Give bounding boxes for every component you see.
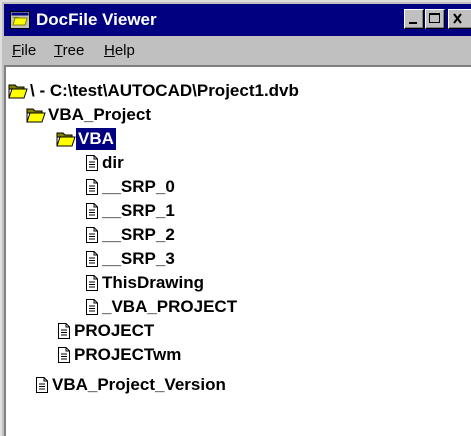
tree-node-label: PROJECT <box>74 321 155 340</box>
tree-node-label: __SRP_0 <box>102 177 175 196</box>
window-title: DocFile Viewer <box>36 10 157 29</box>
menu-file[interactable]: File <box>12 42 36 60</box>
menu-tree[interactable]: Tree <box>54 42 84 60</box>
tree-node-label: VBA_Project <box>48 105 151 124</box>
tree-node-root[interactable]: \ - C:\test\AUTOCAD\Project1.dvb <box>8 79 301 103</box>
open-folder-icon <box>8 83 28 99</box>
tree-node-label: ThisDrawing <box>102 273 205 292</box>
tree-node-vba-project[interactable]: VBA_Project <box>26 103 153 127</box>
document-icon <box>84 178 100 196</box>
tree-node-label: VBA_Project_Version <box>52 375 226 394</box>
tree-node-label: dir <box>102 153 124 172</box>
maximize-icon <box>429 13 440 23</box>
tree-node-srp-2[interactable]: __SRP_2 <box>84 223 177 247</box>
tree-node-label: __SRP_3 <box>102 249 175 268</box>
document-icon <box>84 154 100 172</box>
tree-node-thisdrawing[interactable]: ThisDrawing <box>84 271 206 295</box>
menu-help[interactable]: Help <box>104 42 135 60</box>
tree-node-vba-project-stream[interactable]: _VBA_PROJECT <box>84 295 239 319</box>
document-icon <box>56 346 72 364</box>
docfile-viewer-window: DocFile Viewer File Tree Help \ - C:\tes… <box>0 0 471 436</box>
document-icon <box>84 250 100 268</box>
tree-node-vba-project-version[interactable]: VBA_Project_Version <box>34 373 228 397</box>
open-folder-icon <box>26 107 46 123</box>
tree-view[interactable]: \ - C:\test\AUTOCAD\Project1.dvb VBA_Pro… <box>4 65 471 436</box>
menu-bar: File Tree Help <box>4 38 471 64</box>
tree-node-label: __SRP_1 <box>102 201 175 220</box>
tree-node-project[interactable]: PROJECT <box>56 319 156 343</box>
minimize-icon <box>409 22 417 24</box>
tree-node-srp-3[interactable]: __SRP_3 <box>84 247 177 271</box>
open-folder-icon <box>56 131 76 147</box>
minimize-button[interactable] <box>404 9 424 29</box>
document-icon <box>84 298 100 316</box>
tree-node-label: VBA <box>76 128 116 150</box>
document-icon <box>84 202 100 220</box>
document-icon <box>84 274 100 292</box>
tree-node-srp-0[interactable]: __SRP_0 <box>84 175 177 199</box>
tree-node-projectwm[interactable]: PROJECTwm <box>56 343 183 367</box>
title-bar[interactable]: DocFile Viewer <box>4 4 471 36</box>
tree-node-label: PROJECTwm <box>74 345 182 364</box>
docfile-viewer-app-icon[interactable] <box>10 11 30 29</box>
document-icon <box>56 322 72 340</box>
tree-node-dir[interactable]: dir <box>84 151 126 175</box>
tree-node-label: _VBA_PROJECT <box>102 297 238 316</box>
tree-node-vba[interactable]: VBA <box>56 127 116 151</box>
tree-node-label: \ - C:\test\AUTOCAD\Project1.dvb <box>30 81 299 100</box>
document-icon <box>84 226 100 244</box>
document-icon <box>34 376 50 394</box>
tree-node-label: __SRP_2 <box>102 225 175 244</box>
tree-node-srp-1[interactable]: __SRP_1 <box>84 199 177 223</box>
close-button[interactable] <box>448 9 471 29</box>
close-icon <box>453 13 462 24</box>
maximize-button[interactable] <box>425 9 445 29</box>
